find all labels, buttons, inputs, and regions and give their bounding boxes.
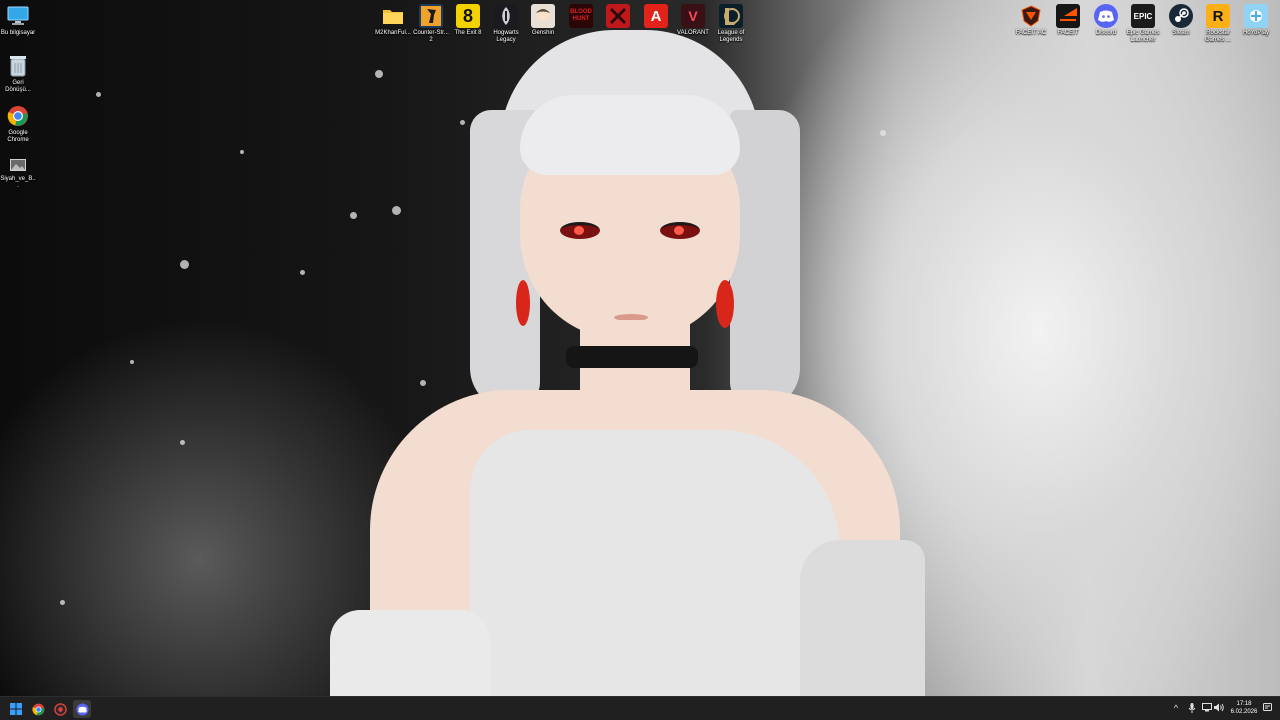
desktop-icon-recycle-bin[interactable]: Geri Dönüşü... (0, 54, 36, 94)
genshin-icon (531, 4, 555, 28)
windows-icon (10, 703, 22, 715)
chrome-icon (31, 703, 44, 715)
desktop-icon-faceit[interactable]: FACEIT (1050, 4, 1086, 37)
desktop-icon-hoyoplay[interactable]: HoYoPlay (1238, 4, 1274, 37)
faceit-ac-icon (1019, 4, 1043, 28)
steam-icon (1169, 4, 1193, 28)
desktop-icon-discord[interactable]: Discord (1088, 4, 1124, 37)
adobe-acrobat-icon: A (644, 4, 668, 28)
epic-games-icon: EPIC (1131, 4, 1155, 28)
desktop-icon-m2khan[interactable]: M2KhanFul... (375, 4, 411, 37)
rockstar-icon: R (1206, 4, 1230, 28)
discord-taskbar-button[interactable] (73, 700, 91, 718)
discord-icon (1094, 4, 1118, 28)
desktop-icon-counter-strike[interactable]: Counter-Str... 2 (413, 4, 449, 44)
desktop-icon-faceit-ac[interactable]: FACEIT AC (1013, 4, 1049, 37)
valorant-icon: V (681, 4, 705, 28)
app-taskbar-button[interactable] (51, 700, 69, 718)
hoyoplay-icon (1244, 4, 1268, 28)
game-red-icon (606, 4, 630, 28)
desktop-icon-rockstar[interactable]: R Rockstar Games ... (1200, 4, 1236, 44)
taskbar-clock[interactable]: 17:18 6.02.2026 (1226, 700, 1262, 716)
clock-time: 17:18 (1236, 701, 1252, 707)
faceit-icon (1056, 4, 1080, 28)
hogwarts-icon (494, 4, 518, 28)
desktop-icon-adobe[interactable]: A (638, 4, 674, 30)
exit8-icon: 8 (456, 4, 480, 28)
desktop-icon-valorant[interactable]: V VALORANT (675, 4, 711, 37)
league-icon (719, 4, 743, 28)
taskbar: ^ 17:18 6.02.2026 (0, 696, 1280, 720)
desktop-icon-exit8[interactable]: 8 The Exit 8 (450, 4, 486, 37)
desktop-icon-red-game[interactable] (600, 4, 636, 30)
network-icon[interactable] (1202, 703, 1212, 713)
clock-date: 6.02.2026 (1230, 709, 1258, 715)
bloodhunt-icon: BLOOD HUNT (569, 4, 593, 28)
volume-icon[interactable] (1214, 703, 1224, 713)
folder-icon (381, 4, 405, 28)
monitor-icon (6, 4, 30, 28)
counter-strike-icon (419, 4, 443, 28)
desktop-icon-steam[interactable]: Steam (1163, 4, 1199, 37)
desktop-icon-hogwarts[interactable]: Hogwarts Legacy (488, 4, 524, 44)
chrome-taskbar-button[interactable] (29, 700, 47, 718)
desktop-icon-epic-games[interactable]: EPIC Epic Games Launcher (1125, 4, 1161, 44)
desktop-icon-image-file[interactable]: Siyah_ve_B... (0, 156, 36, 190)
desktop-icon-bloodhunt[interactable]: BLOOD HUNT (563, 4, 599, 30)
desktop-icon-league[interactable]: League of Legends (713, 4, 749, 44)
discord-icon (75, 702, 89, 716)
chevron-up-icon[interactable]: ^ (1171, 703, 1181, 713)
start-button[interactable] (7, 700, 25, 718)
desktop-icon-chrome[interactable]: Google Chrome (0, 104, 36, 144)
recycle-bin-icon (6, 54, 30, 78)
app-icon (53, 702, 67, 716)
notification-icon[interactable] (1262, 703, 1272, 713)
chrome-icon (6, 104, 30, 128)
desktop-icon-genshin[interactable]: Genshin (525, 4, 561, 37)
desktop-wallpaper (0, 0, 1280, 696)
microphone-icon[interactable] (1187, 703, 1197, 713)
desktop-icon-this-pc[interactable]: Bu bilgisayar (0, 4, 36, 37)
image-file-icon (6, 156, 30, 174)
